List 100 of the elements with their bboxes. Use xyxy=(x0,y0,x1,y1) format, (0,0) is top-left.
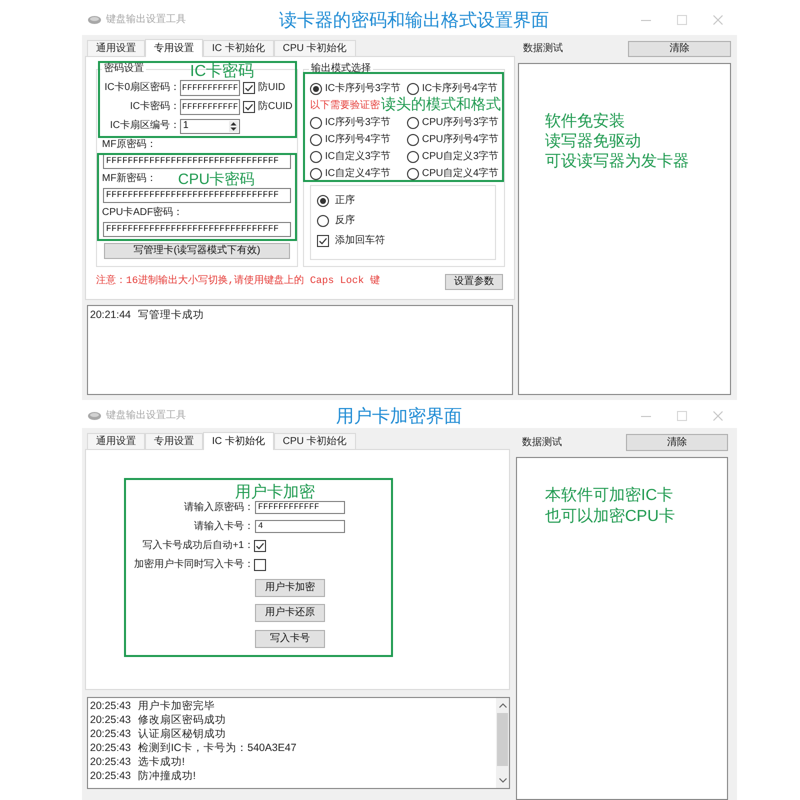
checkbox[interactable] xyxy=(243,82,255,94)
window-title: 键盘输出设置工具 xyxy=(106,410,186,420)
clear-button[interactable]: 清除 xyxy=(628,41,731,57)
field-label: IC卡扇区编号： xyxy=(109,121,180,131)
log-message: 修改扇区密码成功 xyxy=(138,714,226,726)
checkbox-label: 写入卡号成功后自动+1： xyxy=(142,541,254,551)
log-time: 20:25:43 xyxy=(90,756,131,768)
log-time: 20:25:43 xyxy=(90,714,131,726)
tab[interactable]: IC 卡初始化 xyxy=(203,40,274,56)
annotation-label: 读头的模式和格式 xyxy=(381,97,501,112)
checkbox[interactable] xyxy=(254,559,266,571)
encrypt-card-button[interactable]: 用户卡加密 xyxy=(255,579,325,597)
panel-title: 数据测试 xyxy=(522,438,562,448)
log-message: 用户卡加密完毕 xyxy=(138,700,215,712)
key-field[interactable]: FFFFFFFFFFFFFFFFFFFFFFFFFFFFFFFF xyxy=(103,188,291,203)
warning-note: 注意：16进制输出大小写切换,请使用键盘上的 Caps Lock 键 xyxy=(96,277,380,287)
notice-text: 以下需要验证密 xyxy=(310,98,380,113)
radio-button[interactable] xyxy=(317,215,329,227)
log-message: 防冲撞成功! xyxy=(138,770,196,782)
radio-button[interactable] xyxy=(310,168,322,180)
radio-button[interactable] xyxy=(310,134,322,146)
write-card-button[interactable]: 写管理卡(读写器模式下有效) xyxy=(104,243,290,259)
log-time: 20:25:43 xyxy=(90,770,131,782)
radio-button[interactable] xyxy=(310,150,322,162)
app-icon xyxy=(88,16,101,24)
radio-button[interactable] xyxy=(407,82,419,94)
annotation-caption: 用户卡加密界面 xyxy=(336,406,462,424)
radio-label: IC序列号4字节 xyxy=(325,134,391,144)
radio-button[interactable] xyxy=(310,116,322,128)
scroll-up-icon[interactable] xyxy=(498,703,506,708)
field-label: MF原密码： xyxy=(102,138,156,152)
checkbox[interactable] xyxy=(317,235,329,247)
tab[interactable]: 专用设置 xyxy=(145,39,203,57)
log-time: 20:25:43 xyxy=(90,728,131,740)
input-field[interactable]: 4 xyxy=(255,520,345,533)
radio-label: CPU序列号3字节 xyxy=(422,118,499,128)
input-field[interactable]: FFFFFFFFFFFF xyxy=(255,501,345,514)
password-field[interactable]: FFFFFFFFFFF xyxy=(180,99,240,115)
key-field[interactable]: FFFFFFFFFFFFFFFFFFFFFFFFFFFFFFFF xyxy=(103,222,291,237)
tab[interactable]: CPU 卡初始化 xyxy=(274,433,356,449)
restore-card-button[interactable]: 用户卡还原 xyxy=(255,604,325,622)
annotation-caption: 读卡器的密码和输出格式设置界面 xyxy=(279,11,549,29)
clear-button[interactable]: 清除 xyxy=(626,434,728,451)
app-icon xyxy=(88,412,101,420)
group-title: 输出模式选择 xyxy=(310,62,372,76)
log-message: 检测到IC卡，卡号为：540A3E47 xyxy=(138,742,296,754)
field-label: IC卡0扇区密码： xyxy=(103,83,180,93)
window-title: 键盘输出设置工具 xyxy=(106,15,186,25)
field-label: CPU卡ADF密码： xyxy=(102,206,184,220)
radio-button[interactable] xyxy=(407,116,419,128)
radio-label: 正序 xyxy=(335,196,355,206)
log-message: 写管理卡成功 xyxy=(138,310,204,320)
field-label: MF新密码： xyxy=(102,172,156,186)
checkbox[interactable] xyxy=(243,101,255,113)
radio-button[interactable] xyxy=(407,150,419,162)
password-field[interactable]: FFFFFFFFFFF xyxy=(180,80,240,96)
checkbox-label: 防CUID xyxy=(258,102,292,112)
scrollbar-thumb[interactable] xyxy=(497,713,508,766)
annotation-label: CPU卡密码 xyxy=(178,172,255,187)
spin-field[interactable]: 1 xyxy=(180,118,240,134)
annotation-text: 也可以加密CPU卡 xyxy=(545,506,675,527)
tab[interactable]: IC 卡初始化 xyxy=(203,432,274,450)
radio-label: IC卡序列号3字节 xyxy=(325,84,401,94)
log-message: 认证扇区秘钥成功 xyxy=(138,728,226,740)
checkbox[interactable] xyxy=(254,540,266,552)
log-time: 20:25:43 xyxy=(90,742,131,754)
radio-label: IC卡序列号4字节 xyxy=(422,84,498,94)
radio-button[interactable] xyxy=(317,195,329,207)
annotation-text: 软件免安装 xyxy=(545,112,625,132)
apply-settings-button[interactable]: 设置参数 xyxy=(445,274,503,290)
key-field[interactable]: FFFFFFFFFFFFFFFFFFFFFFFFFFFFFFFF xyxy=(103,154,291,169)
scroll-down-icon[interactable] xyxy=(498,778,506,783)
annotation-text: 本软件可加密IC卡 xyxy=(545,486,673,506)
radio-button[interactable] xyxy=(407,168,419,180)
field-label: 请输入卡号： xyxy=(193,522,254,532)
checkbox-label: 防UID xyxy=(258,83,286,93)
panel-title: 数据测试 xyxy=(523,44,563,54)
tab[interactable]: 通用设置 xyxy=(87,433,145,449)
radio-label: CPU自定义3字节 xyxy=(422,152,499,162)
radio-label: CPU自定义4字节 xyxy=(422,168,499,178)
radio-button[interactable] xyxy=(310,82,322,94)
tab[interactable]: CPU 卡初始化 xyxy=(274,40,356,56)
field-label: 请输入原密码： xyxy=(183,502,254,512)
annotation-label: IC卡密码 xyxy=(190,64,254,80)
radio-button[interactable] xyxy=(407,134,419,146)
field-label: IC卡密码： xyxy=(129,102,180,112)
checkbox-label: 添加回车符 xyxy=(335,236,385,246)
annotation-text: 读写器免驱动 xyxy=(545,132,641,152)
log-time: 20:25:43 xyxy=(90,700,131,712)
radio-label: IC自定义3字节 xyxy=(325,152,391,162)
log-time: 20:21:44 xyxy=(90,310,131,320)
checkbox-label: 加密用户卡同时写入卡号： xyxy=(133,560,254,570)
radio-label: CPU序列号4字节 xyxy=(422,134,499,144)
spin-arrows-icon[interactable] xyxy=(229,120,238,132)
radio-label: 反序 xyxy=(335,216,355,226)
scrollbar[interactable] xyxy=(496,698,509,788)
tab[interactable]: 专用设置 xyxy=(145,433,203,449)
tab[interactable]: 通用设置 xyxy=(87,40,145,56)
write-card-number-button[interactable]: 写入卡号 xyxy=(255,630,325,648)
radio-label: IC自定义4字节 xyxy=(325,168,391,178)
